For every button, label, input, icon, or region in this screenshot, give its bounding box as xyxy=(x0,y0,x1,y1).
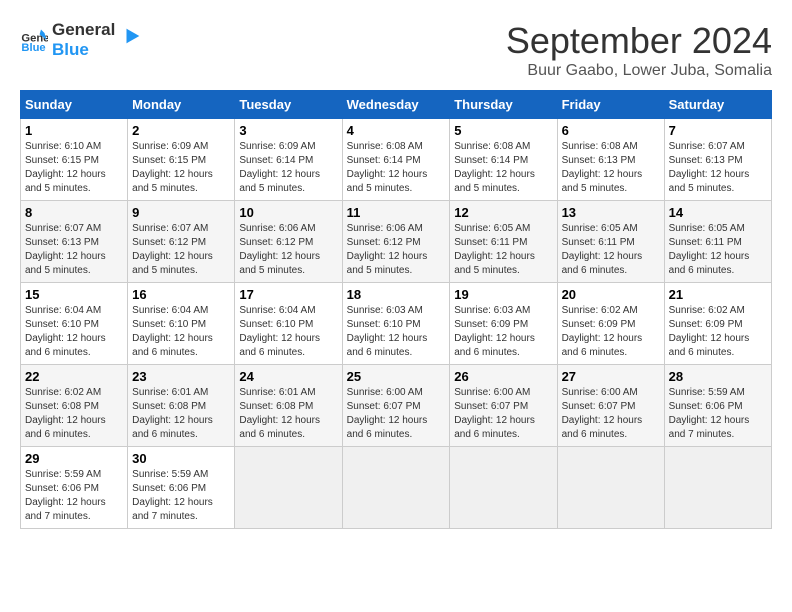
calendar-week: 22 Sunrise: 6:02 AM Sunset: 6:08 PM Dayl… xyxy=(21,365,772,447)
table-row: 20 Sunrise: 6:02 AM Sunset: 6:09 PM Dayl… xyxy=(557,283,664,365)
header-tuesday: Tuesday xyxy=(235,91,342,119)
month-title: September 2024 xyxy=(506,20,772,62)
table-row: 26 Sunrise: 6:00 AM Sunset: 6:07 PM Dayl… xyxy=(450,365,557,447)
page-header: General Blue General Blue September 2024… xyxy=(20,20,772,80)
header-sunday: Sunday xyxy=(21,91,128,119)
empty-cell xyxy=(342,447,450,529)
table-row: 10 Sunrise: 6:06 AM Sunset: 6:12 PM Dayl… xyxy=(235,201,342,283)
logo: General Blue General Blue xyxy=(20,20,143,59)
table-row: 27 Sunrise: 6:00 AM Sunset: 6:07 PM Dayl… xyxy=(557,365,664,447)
table-row: 22 Sunrise: 6:02 AM Sunset: 6:08 PM Dayl… xyxy=(21,365,128,447)
empty-cell xyxy=(235,447,342,529)
table-row: 13 Sunrise: 6:05 AM Sunset: 6:11 PM Dayl… xyxy=(557,201,664,283)
table-row: 4 Sunrise: 6:08 AM Sunset: 6:14 PM Dayli… xyxy=(342,119,450,201)
table-row: 29 Sunrise: 5:59 AM Sunset: 6:06 PM Dayl… xyxy=(21,447,128,529)
table-row: 30 Sunrise: 5:59 AM Sunset: 6:06 PM Dayl… xyxy=(128,447,235,529)
header-monday: Monday xyxy=(128,91,235,119)
calendar-week: 8 Sunrise: 6:07 AM Sunset: 6:13 PM Dayli… xyxy=(21,201,772,283)
table-row: 2 Sunrise: 6:09 AM Sunset: 6:15 PM Dayli… xyxy=(128,119,235,201)
table-row: 8 Sunrise: 6:07 AM Sunset: 6:13 PM Dayli… xyxy=(21,201,128,283)
header-saturday: Saturday xyxy=(664,91,771,119)
location: Buur Gaabo, Lower Juba, Somalia xyxy=(506,62,772,80)
table-row: 16 Sunrise: 6:04 AM Sunset: 6:10 PM Dayl… xyxy=(128,283,235,365)
logo-blue: Blue xyxy=(52,40,115,60)
calendar-table: Sunday Monday Tuesday Wednesday Thursday… xyxy=(20,90,772,529)
table-row: 24 Sunrise: 6:01 AM Sunset: 6:08 PM Dayl… xyxy=(235,365,342,447)
table-row: 15 Sunrise: 6:04 AM Sunset: 6:10 PM Dayl… xyxy=(21,283,128,365)
table-row: 12 Sunrise: 6:05 AM Sunset: 6:11 PM Dayl… xyxy=(450,201,557,283)
table-row: 17 Sunrise: 6:04 AM Sunset: 6:10 PM Dayl… xyxy=(235,283,342,365)
table-row: 28 Sunrise: 5:59 AM Sunset: 6:06 PM Dayl… xyxy=(664,365,771,447)
table-row: 23 Sunrise: 6:01 AM Sunset: 6:08 PM Dayl… xyxy=(128,365,235,447)
table-row: 9 Sunrise: 6:07 AM Sunset: 6:12 PM Dayli… xyxy=(128,201,235,283)
empty-cell xyxy=(557,447,664,529)
table-row: 11 Sunrise: 6:06 AM Sunset: 6:12 PM Dayl… xyxy=(342,201,450,283)
calendar-week: 29 Sunrise: 5:59 AM Sunset: 6:06 PM Dayl… xyxy=(21,447,772,529)
calendar-week: 1 Sunrise: 6:10 AMSunset: 6:15 PMDayligh… xyxy=(21,119,772,201)
calendar-week: 15 Sunrise: 6:04 AM Sunset: 6:10 PM Dayl… xyxy=(21,283,772,365)
table-row: 14 Sunrise: 6:05 AM Sunset: 6:11 PM Dayl… xyxy=(664,201,771,283)
header-row: Sunday Monday Tuesday Wednesday Thursday… xyxy=(21,91,772,119)
logo-icon: General Blue xyxy=(20,26,48,54)
table-row: 3 Sunrise: 6:09 AM Sunset: 6:14 PM Dayli… xyxy=(235,119,342,201)
header-wednesday: Wednesday xyxy=(342,91,450,119)
header-thursday: Thursday xyxy=(450,91,557,119)
table-row: 19 Sunrise: 6:03 AM Sunset: 6:09 PM Dayl… xyxy=(450,283,557,365)
svg-text:Blue: Blue xyxy=(21,42,45,54)
empty-cell xyxy=(450,447,557,529)
table-row: 6 Sunrise: 6:08 AM Sunset: 6:13 PM Dayli… xyxy=(557,119,664,201)
table-row: 1 Sunrise: 6:10 AMSunset: 6:15 PMDayligh… xyxy=(21,119,128,201)
table-row: 7 Sunrise: 6:07 AM Sunset: 6:13 PM Dayli… xyxy=(664,119,771,201)
empty-cell xyxy=(664,447,771,529)
title-block: September 2024 Buur Gaabo, Lower Juba, S… xyxy=(506,20,772,80)
table-row: 21 Sunrise: 6:02 AM Sunset: 6:09 PM Dayl… xyxy=(664,283,771,365)
header-friday: Friday xyxy=(557,91,664,119)
table-row: 18 Sunrise: 6:03 AM Sunset: 6:10 PM Dayl… xyxy=(342,283,450,365)
table-row: 5 Sunrise: 6:08 AM Sunset: 6:14 PM Dayli… xyxy=(450,119,557,201)
arrow-icon xyxy=(121,25,143,47)
logo-general: General xyxy=(52,20,115,40)
table-row: 25 Sunrise: 6:00 AM Sunset: 6:07 PM Dayl… xyxy=(342,365,450,447)
